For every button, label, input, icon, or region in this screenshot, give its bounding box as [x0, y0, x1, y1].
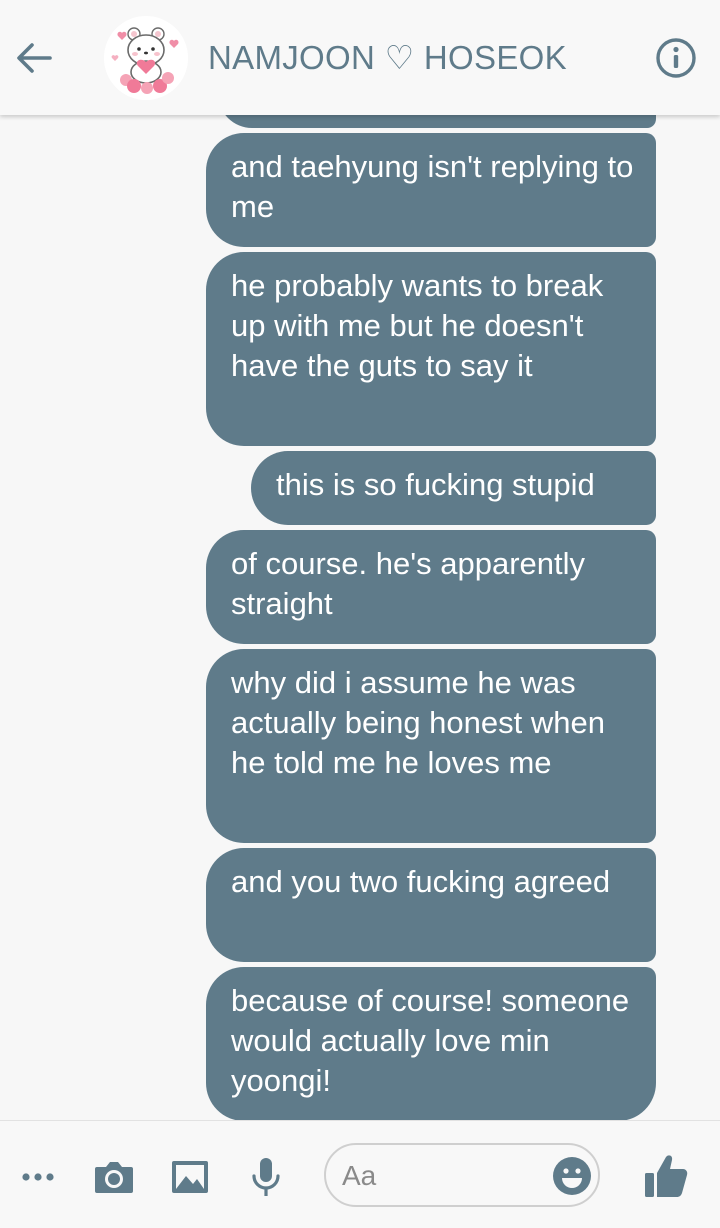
microphone-icon [252, 1158, 280, 1196]
message-bubble[interactable]: why did i assume he was actually being h… [206, 649, 656, 843]
camera-button[interactable] [92, 1155, 136, 1199]
message-bubble[interactable]: he probably wants to break up with me bu… [206, 252, 656, 446]
message-input-box[interactable] [324, 1143, 600, 1207]
message-text: because of course! someone would actuall… [231, 983, 630, 1098]
message-text: he probably wants to break up with me bu… [231, 268, 604, 383]
emoji-button[interactable] [552, 1156, 592, 1196]
message-bubble[interactable]: because of course! someone would actuall… [206, 967, 656, 1120]
message-text: why did i assume he was actually being h… [231, 665, 605, 780]
gallery-button[interactable] [168, 1155, 212, 1199]
chat-screen: and taehyung isn't replying to me he pro… [0, 0, 720, 1228]
message-bubble[interactable]: and you two fucking agreed [206, 848, 656, 962]
message-input[interactable] [340, 1159, 544, 1193]
more-dots-icon [22, 1173, 54, 1181]
message-thread[interactable]: and taehyung isn't replying to me he pro… [0, 0, 720, 1120]
avatar[interactable] [104, 16, 188, 100]
message-text: and taehyung isn't replying to me [231, 149, 634, 224]
like-button[interactable] [642, 1151, 692, 1201]
message-bubble[interactable]: this is so fucking stupid [251, 451, 656, 525]
back-button[interactable] [12, 36, 56, 80]
more-button[interactable] [16, 1155, 60, 1199]
composer-bar [0, 1120, 720, 1228]
thumbs-up-icon [645, 1155, 688, 1197]
message-text: and you two fucking agreed [231, 864, 611, 899]
smiley-icon [553, 1157, 591, 1195]
conversation-title[interactable]: NAMJOON ♡ HOSEOK [208, 38, 567, 77]
info-button[interactable] [654, 36, 698, 80]
chat-header: NAMJOON ♡ HOSEOK [0, 0, 720, 115]
message-text: of course. he's apparently straight [231, 546, 586, 621]
camera-icon [95, 1162, 133, 1193]
message-text: this is so fucking stupid [276, 467, 595, 502]
image-icon [172, 1161, 208, 1193]
message-bubble[interactable]: and taehyung isn't replying to me [206, 133, 656, 247]
info-circle-icon [656, 38, 696, 78]
message-bubble[interactable]: of course. he's apparently straight [206, 530, 656, 644]
arrow-left-icon [17, 43, 52, 73]
bear-with-hearts-avatar [104, 16, 188, 100]
microphone-button[interactable] [244, 1155, 288, 1199]
